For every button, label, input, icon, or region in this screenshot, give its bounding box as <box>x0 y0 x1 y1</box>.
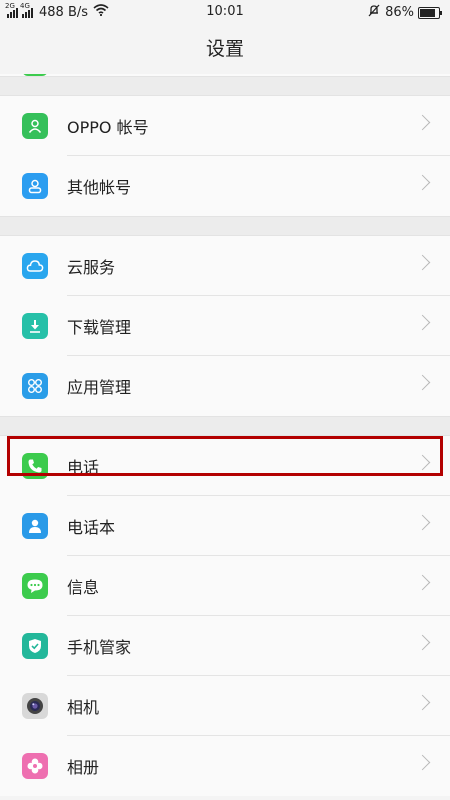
download-icon <box>22 313 48 339</box>
item-label: 下载管理 <box>67 318 132 337</box>
chevron-right-icon <box>414 114 431 131</box>
status-right: 86% <box>368 4 442 21</box>
account-icon <box>22 113 48 139</box>
apps-group: 电话 电话本 信息 手机管家 相机 相册 <box>0 436 450 796</box>
camera-icon <box>22 693 48 719</box>
chevron-right-icon <box>414 574 431 591</box>
item-label: 相机 <box>67 698 100 717</box>
settings-item-phone-manager[interactable]: 手机管家 <box>0 616 450 676</box>
section-gap <box>0 416 450 436</box>
item-label: 云服务 <box>67 258 116 277</box>
item-label: 手机管家 <box>67 638 132 657</box>
item-label: 相册 <box>67 758 100 777</box>
service-group: 云服务 下载管理 应用管理 <box>0 236 450 416</box>
settings-item-phone[interactable]: 电话 <box>0 436 450 496</box>
phone-icon <box>22 453 48 479</box>
settings-item-other-accounts[interactable]: 其他帐号 <box>0 156 450 216</box>
chevron-right-icon <box>414 174 431 191</box>
battery-percent: 86% <box>385 5 414 20</box>
apps-icon <box>22 373 48 399</box>
settings-item-gallery[interactable]: 相册 <box>0 736 450 796</box>
settings-list[interactable]: OPPO 帐号 其他帐号 云服务 下载管理 应用管理 电话 电话本 信息 手机管… <box>0 74 450 800</box>
page-title: 设置 <box>205 38 244 60</box>
message-icon <box>22 573 48 599</box>
cloud-icon <box>22 253 48 279</box>
chevron-right-icon <box>414 634 431 651</box>
partial-icon <box>22 74 48 76</box>
chevron-right-icon <box>414 314 431 331</box>
battery-icon <box>418 6 442 19</box>
account-group: OPPO 帐号 其他帐号 <box>0 96 450 216</box>
chevron-right-icon <box>414 374 431 391</box>
contacts-icon <box>22 513 48 539</box>
settings-item-download-manager[interactable]: 下载管理 <box>0 296 450 356</box>
settings-item-contacts[interactable]: 电话本 <box>0 496 450 556</box>
mute-bell-icon <box>368 4 380 21</box>
settings-item-app-manager[interactable]: 应用管理 <box>0 356 450 416</box>
chevron-right-icon <box>414 514 431 531</box>
section-gap <box>0 76 450 96</box>
item-label: 信息 <box>67 578 100 597</box>
status-bar: 2G 4G 488 B/s 10:01 86% <box>0 0 450 24</box>
chevron-right-icon <box>414 254 431 271</box>
item-label: OPPO 帐号 <box>67 118 149 137</box>
item-label: 电话本 <box>67 518 116 537</box>
section-gap <box>0 216 450 236</box>
item-label: 电话 <box>67 458 100 477</box>
settings-item-messages[interactable]: 信息 <box>0 556 450 616</box>
chevron-right-icon <box>414 754 431 771</box>
gallery-icon <box>22 753 48 779</box>
chevron-right-icon <box>414 694 431 711</box>
item-label: 其他帐号 <box>67 178 132 197</box>
settings-item-camera[interactable]: 相机 <box>0 676 450 736</box>
settings-item-cloud-service[interactable]: 云服务 <box>0 236 450 296</box>
settings-item-oppo-account[interactable]: OPPO 帐号 <box>0 96 450 156</box>
partial-row <box>0 74 450 76</box>
person-icon <box>22 173 48 199</box>
chevron-right-icon <box>414 454 431 471</box>
item-label: 应用管理 <box>67 378 132 397</box>
shield-icon <box>22 633 48 659</box>
